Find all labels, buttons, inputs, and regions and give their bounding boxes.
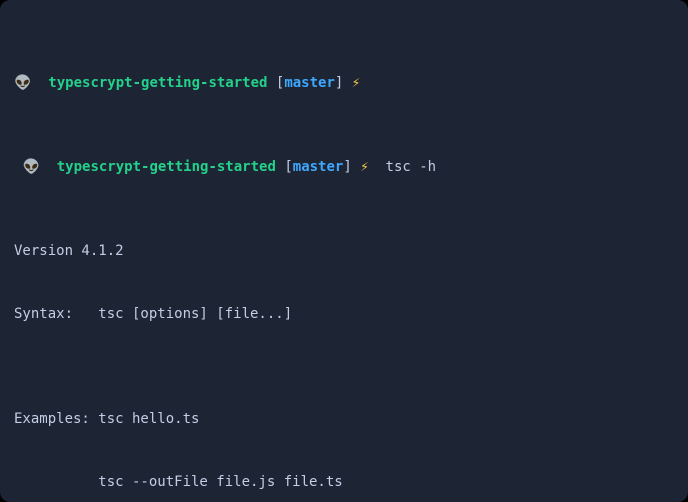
output-line: Syntax: tsc [options] [file...] xyxy=(14,304,678,325)
bolt-icon: ⚡ xyxy=(360,159,368,175)
git-branch: master xyxy=(293,159,344,175)
git-branch: master xyxy=(284,75,335,91)
cwd: typescrypt-getting-started xyxy=(48,75,267,91)
output-line: Examples: tsc hello.ts xyxy=(14,409,678,430)
branch-bracket-close: ] xyxy=(335,75,343,91)
branch-bracket-close: ] xyxy=(343,159,351,175)
prompt-line-2: 👽 typescrypt-getting-started [master] ⚡ … xyxy=(14,157,678,178)
cwd: typescrypt-getting-started xyxy=(57,159,276,175)
alien-icon: 👽 xyxy=(22,159,39,175)
command-input[interactable]: tsc -h xyxy=(386,159,437,175)
output-line: Version 4.1.2 xyxy=(14,241,678,262)
terminal-window[interactable]: 👽 typescrypt-getting-started [master] ⚡ … xyxy=(0,0,688,502)
bolt-icon: ⚡ xyxy=(352,75,360,91)
alien-icon: 👽 xyxy=(14,75,31,91)
branch-bracket-open: [ xyxy=(284,159,292,175)
prompt-line-1: 👽 typescrypt-getting-started [master] ⚡ xyxy=(14,73,678,94)
output-line: tsc --outFile file.js file.ts xyxy=(14,472,678,493)
